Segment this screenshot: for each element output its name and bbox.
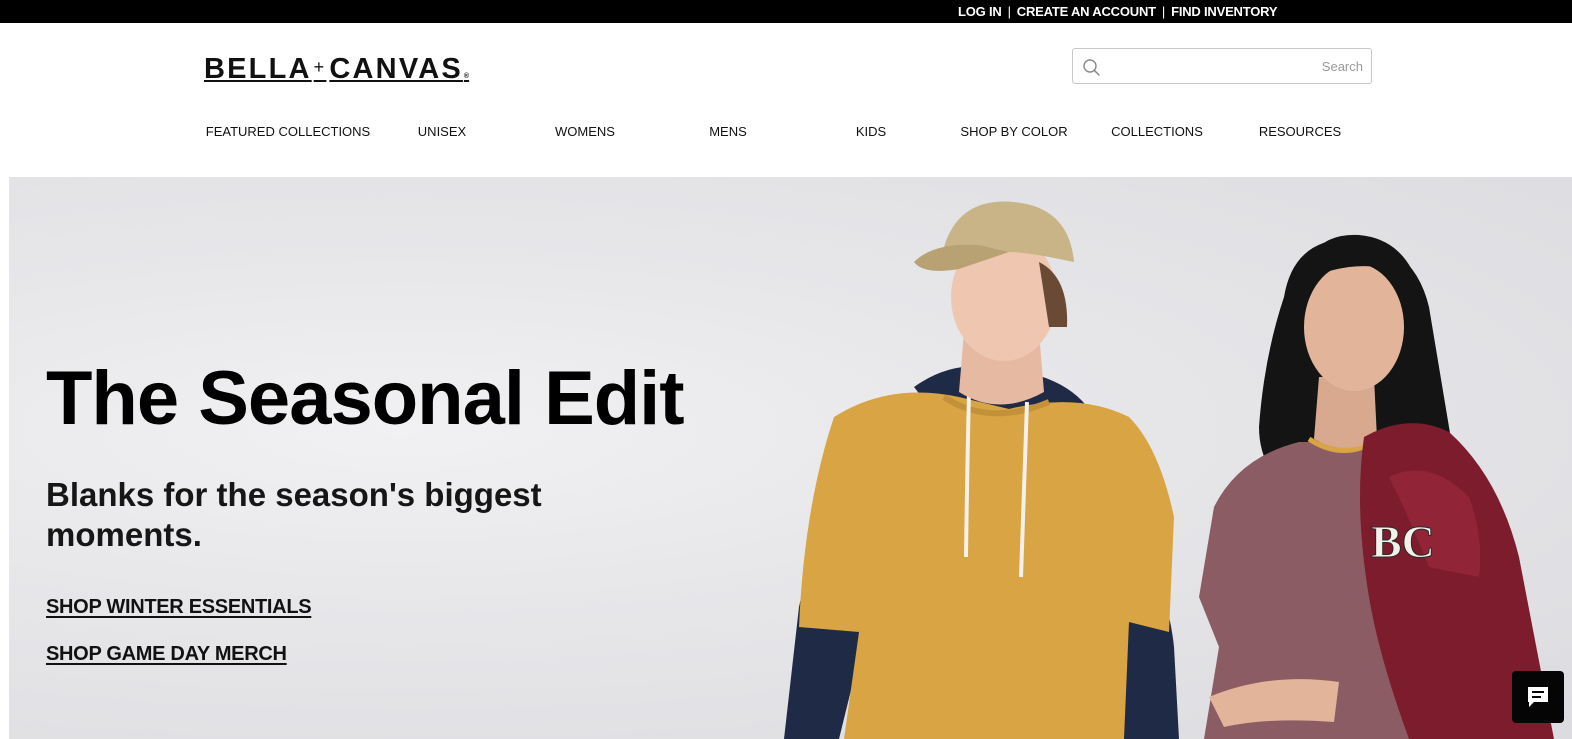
logo-registered-mark: ® xyxy=(463,73,470,80)
hero-title: The Seasonal Edit xyxy=(46,356,685,441)
nav-item-unisex[interactable]: UNISEX xyxy=(418,124,466,140)
logo-word-bella: BELLA xyxy=(204,53,312,85)
main-nav: FEATURED COLLECTIONS UNISEX WOMENS MENS … xyxy=(0,124,1572,142)
account-links: LOG IN | CREATE AN ACCOUNT | FIND INVENT… xyxy=(958,4,1278,19)
hero-banner: BC The Seasonal Edit Blanks for the seas… xyxy=(9,177,1572,739)
search-icon[interactable] xyxy=(1082,58,1102,78)
nav-item-collections[interactable]: COLLECTIONS xyxy=(1111,124,1203,140)
chat-button[interactable] xyxy=(1512,671,1564,723)
nav-item-resources[interactable]: RESOURCES xyxy=(1259,124,1341,140)
login-link[interactable]: LOG IN xyxy=(958,5,1002,19)
brand-logo[interactable]: BELLA + CANVAS® xyxy=(204,52,470,85)
chat-icon xyxy=(1528,687,1548,707)
nav-item-shop-by-color[interactable]: SHOP BY COLOR xyxy=(960,124,1067,140)
jacket-bc-lettering: BC xyxy=(1371,516,1435,567)
shop-winter-essentials-link[interactable]: SHOP WINTER ESSENTIALS xyxy=(46,596,312,619)
female-model-illustration: BC xyxy=(1199,234,1554,739)
link-separator: | xyxy=(1161,4,1166,19)
male-model-illustration xyxy=(784,201,1179,739)
link-separator: | xyxy=(1007,4,1011,19)
search-input[interactable] xyxy=(1109,55,1367,77)
nav-item-womens[interactable]: WOMENS xyxy=(555,124,615,140)
nav-item-kids[interactable]: KIDS xyxy=(856,124,886,140)
top-utility-bar: LOG IN | CREATE AN ACCOUNT | FIND INVENT… xyxy=(0,0,1572,23)
search-box[interactable] xyxy=(1072,48,1372,84)
create-account-link[interactable]: CREATE AN ACCOUNT xyxy=(1017,5,1156,19)
shop-game-day-merch-link[interactable]: SHOP GAME DAY MERCH xyxy=(46,643,287,666)
nav-item-featured-collections[interactable]: FEATURED COLLECTIONS xyxy=(206,124,370,140)
logo-plus: + xyxy=(313,57,327,77)
find-inventory-link[interactable]: FIND INVENTORY xyxy=(1171,5,1277,19)
hero-subtitle: Blanks for the season's biggest moments. xyxy=(46,476,542,553)
logo-word-canvas: CANVAS xyxy=(329,53,463,85)
nav-item-mens[interactable]: MENS xyxy=(709,124,747,140)
